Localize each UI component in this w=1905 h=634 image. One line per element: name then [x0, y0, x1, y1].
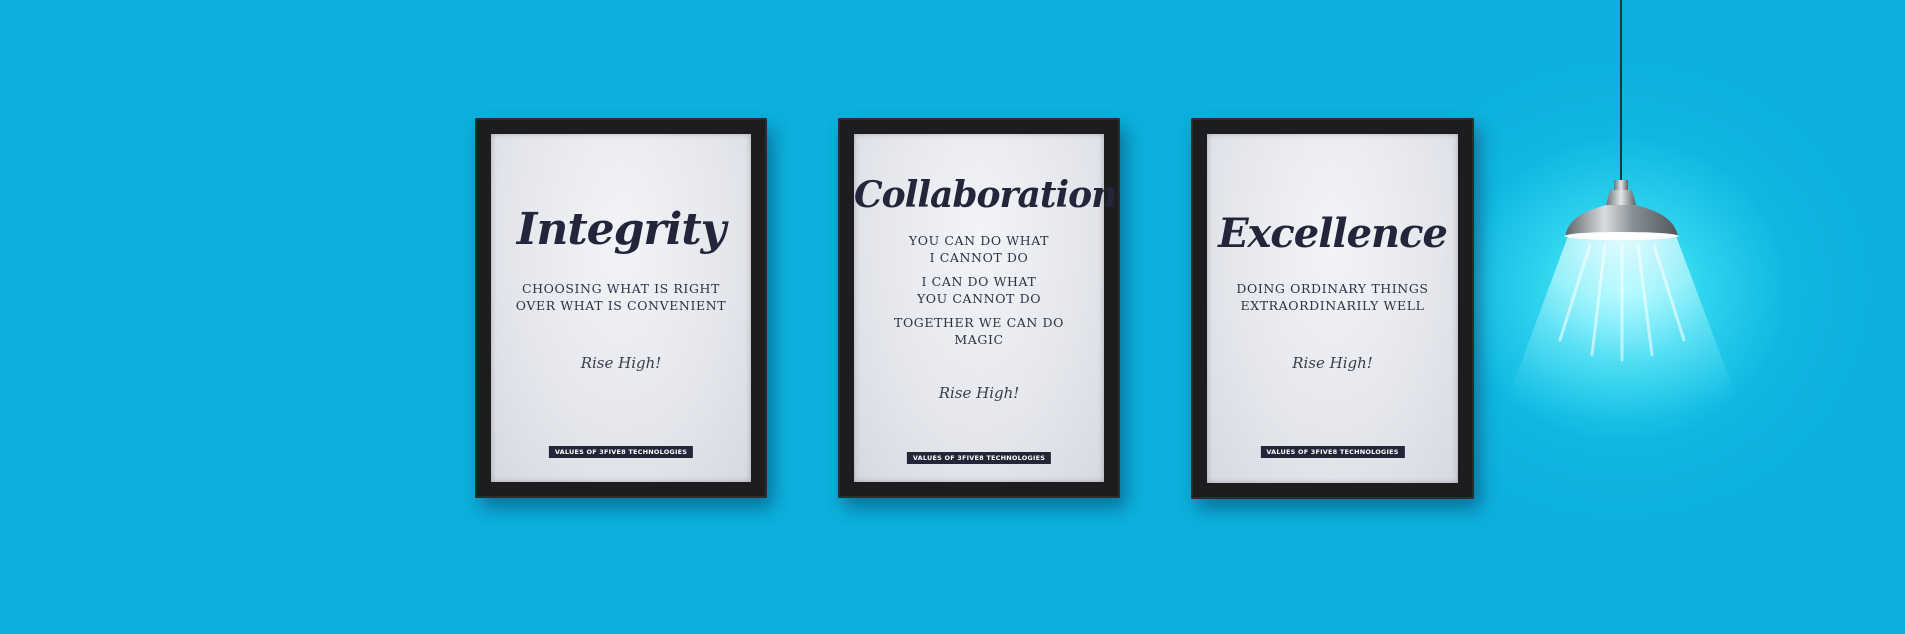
pendant-lamp-icon — [1500, 0, 1745, 420]
wall-scene: Integrity CHOOSING WHAT IS RIGHT OVER WH… — [0, 0, 1905, 634]
